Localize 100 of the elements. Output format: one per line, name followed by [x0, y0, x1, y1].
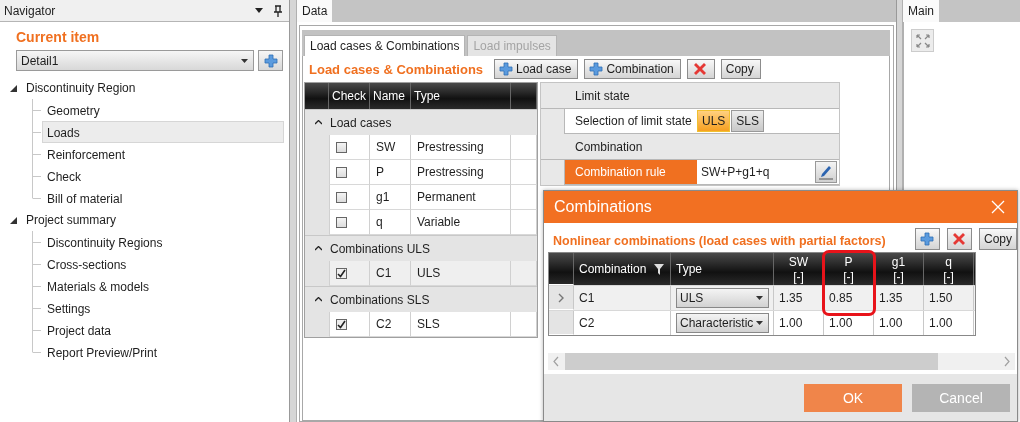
delete-button[interactable]	[947, 228, 972, 250]
add-button[interactable]	[258, 50, 283, 71]
tree-item[interactable]: Loads	[42, 121, 284, 143]
unit-label: [-]	[793, 270, 804, 283]
checkbox[interactable]	[336, 166, 347, 178]
panel-tab[interactable]: Main	[903, 0, 939, 22]
table-cell: Prestressing	[411, 160, 511, 185]
column-header: Combination	[579, 262, 647, 276]
tree-connector	[32, 99, 41, 121]
table-cell: q	[370, 210, 411, 235]
table-cell: SLS	[411, 312, 511, 337]
tree-connector	[32, 297, 41, 319]
table-cell: Prestressing	[411, 135, 511, 160]
pin-icon	[273, 4, 283, 17]
add-button[interactable]	[915, 228, 940, 250]
checkbox[interactable]	[336, 191, 347, 203]
tree-connector	[32, 231, 41, 253]
checkbox[interactable]	[336, 267, 347, 279]
table-cell: Variable	[411, 210, 511, 235]
table-cell: ULS	[411, 261, 511, 286]
tree-item[interactable]: Bill of material	[42, 187, 284, 209]
tree-item[interactable]: Reinforcement	[42, 143, 284, 165]
filter-icon	[654, 263, 665, 275]
tree-item[interactable]: Geometry	[42, 99, 284, 121]
pencil-icon	[818, 164, 834, 180]
table-cell: P	[370, 160, 411, 185]
copy-button[interactable]: Copy	[720, 59, 761, 79]
column-header: SW	[788, 255, 809, 269]
section-title: Load cases & Combinations	[308, 61, 485, 77]
tree-item[interactable]: Report Preview/Print	[42, 341, 284, 363]
table-cell: C2	[370, 312, 411, 337]
tree-connector	[32, 253, 41, 275]
table-cell: 1.00	[874, 311, 924, 335]
tree-item[interactable]: Discontinuity Regions	[42, 231, 284, 253]
table-cell: SW	[370, 135, 411, 160]
unit-label: [-]	[943, 270, 954, 283]
add-button[interactable]: Load case	[494, 59, 579, 79]
table-row[interactable]: C1 ULS 1.35 0.85 1.35 1.50	[549, 285, 975, 310]
table-cell: C2	[574, 311, 671, 335]
tree-item[interactable]: Check	[42, 165, 284, 187]
category-label: Combination	[575, 139, 643, 154]
plus-icon	[920, 232, 935, 246]
edit-button[interactable]	[815, 161, 837, 183]
table-cell: C1	[370, 261, 411, 286]
table-cell: Permanent	[411, 185, 511, 210]
group-label[interactable]: Combinations SLS	[330, 292, 430, 307]
item-dropdown[interactable]: Detail1	[16, 50, 254, 71]
copy-button[interactable]: Copy	[979, 228, 1017, 250]
chevron-icon	[558, 292, 564, 303]
checkbox[interactable]	[336, 216, 347, 228]
property-value: SW+P+g1+q	[700, 165, 771, 179]
table-cell: 1.00	[774, 311, 824, 335]
checkbox[interactable]	[336, 141, 347, 153]
unit-label: [-]	[893, 270, 904, 283]
column-header: P	[844, 255, 853, 269]
panel-title: Navigator	[4, 3, 56, 18]
column-header: q	[945, 255, 952, 269]
type-dropdown[interactable]: Characteristic	[676, 313, 769, 333]
column-header: g1	[891, 255, 906, 269]
table-cell: 1.00	[924, 311, 974, 335]
dialog-title: Combinations	[554, 198, 652, 216]
type-dropdown[interactable]: ULS	[676, 288, 769, 308]
toggle-button[interactable]: ULS	[697, 110, 731, 132]
tree-connector	[32, 143, 41, 165]
tree-item[interactable]: Materials & models	[42, 275, 284, 297]
table-cell: g1	[370, 185, 411, 210]
plus-icon	[263, 53, 278, 68]
caret-icon	[756, 321, 763, 325]
tab[interactable]: Load cases & Combinations	[304, 35, 466, 56]
tree-item[interactable]: Project data	[42, 319, 284, 341]
delete-button[interactable]	[686, 59, 715, 79]
caret-icon	[756, 296, 763, 300]
section-title: Nonlinear combinations (load cases with partial factors)	[552, 234, 886, 250]
plus-icon	[499, 62, 513, 76]
fit-button[interactable]	[911, 29, 934, 52]
delete-icon	[951, 231, 968, 247]
tree-item[interactable]: Settings	[42, 297, 284, 319]
checkbox[interactable]	[336, 318, 347, 330]
dropdown-icon	[255, 8, 263, 13]
table-row[interactable]: C2 Characteristic 1.00 1.00 1.00 1.00	[549, 310, 975, 335]
unit-label: [-]	[843, 270, 854, 283]
group-label[interactable]: Load cases	[330, 115, 392, 130]
plus-icon	[589, 62, 604, 76]
category-label: Limit state	[575, 88, 630, 103]
group-label[interactable]: Combinations ULS	[330, 241, 431, 256]
tree-connector	[32, 275, 41, 297]
property-label: Selection of limit state	[574, 113, 693, 130]
expand-arrows-icon	[915, 33, 930, 48]
column-header: Type	[676, 262, 702, 276]
tree-connector	[32, 121, 41, 143]
tree-item[interactable]: Cross-sections	[42, 253, 284, 275]
caret-icon	[241, 58, 248, 63]
section-title: Current item	[16, 28, 101, 46]
close-icon	[991, 200, 1005, 214]
tree-item[interactable]: Project summary	[26, 213, 117, 227]
panel-tab[interactable]: Data	[297, 0, 333, 22]
add-button[interactable]: Combination	[584, 59, 681, 79]
close-button[interactable]	[991, 200, 1005, 214]
tree-item[interactable]: Discontinuity Region	[26, 81, 136, 95]
toggle-button[interactable]: SLS	[731, 110, 765, 132]
